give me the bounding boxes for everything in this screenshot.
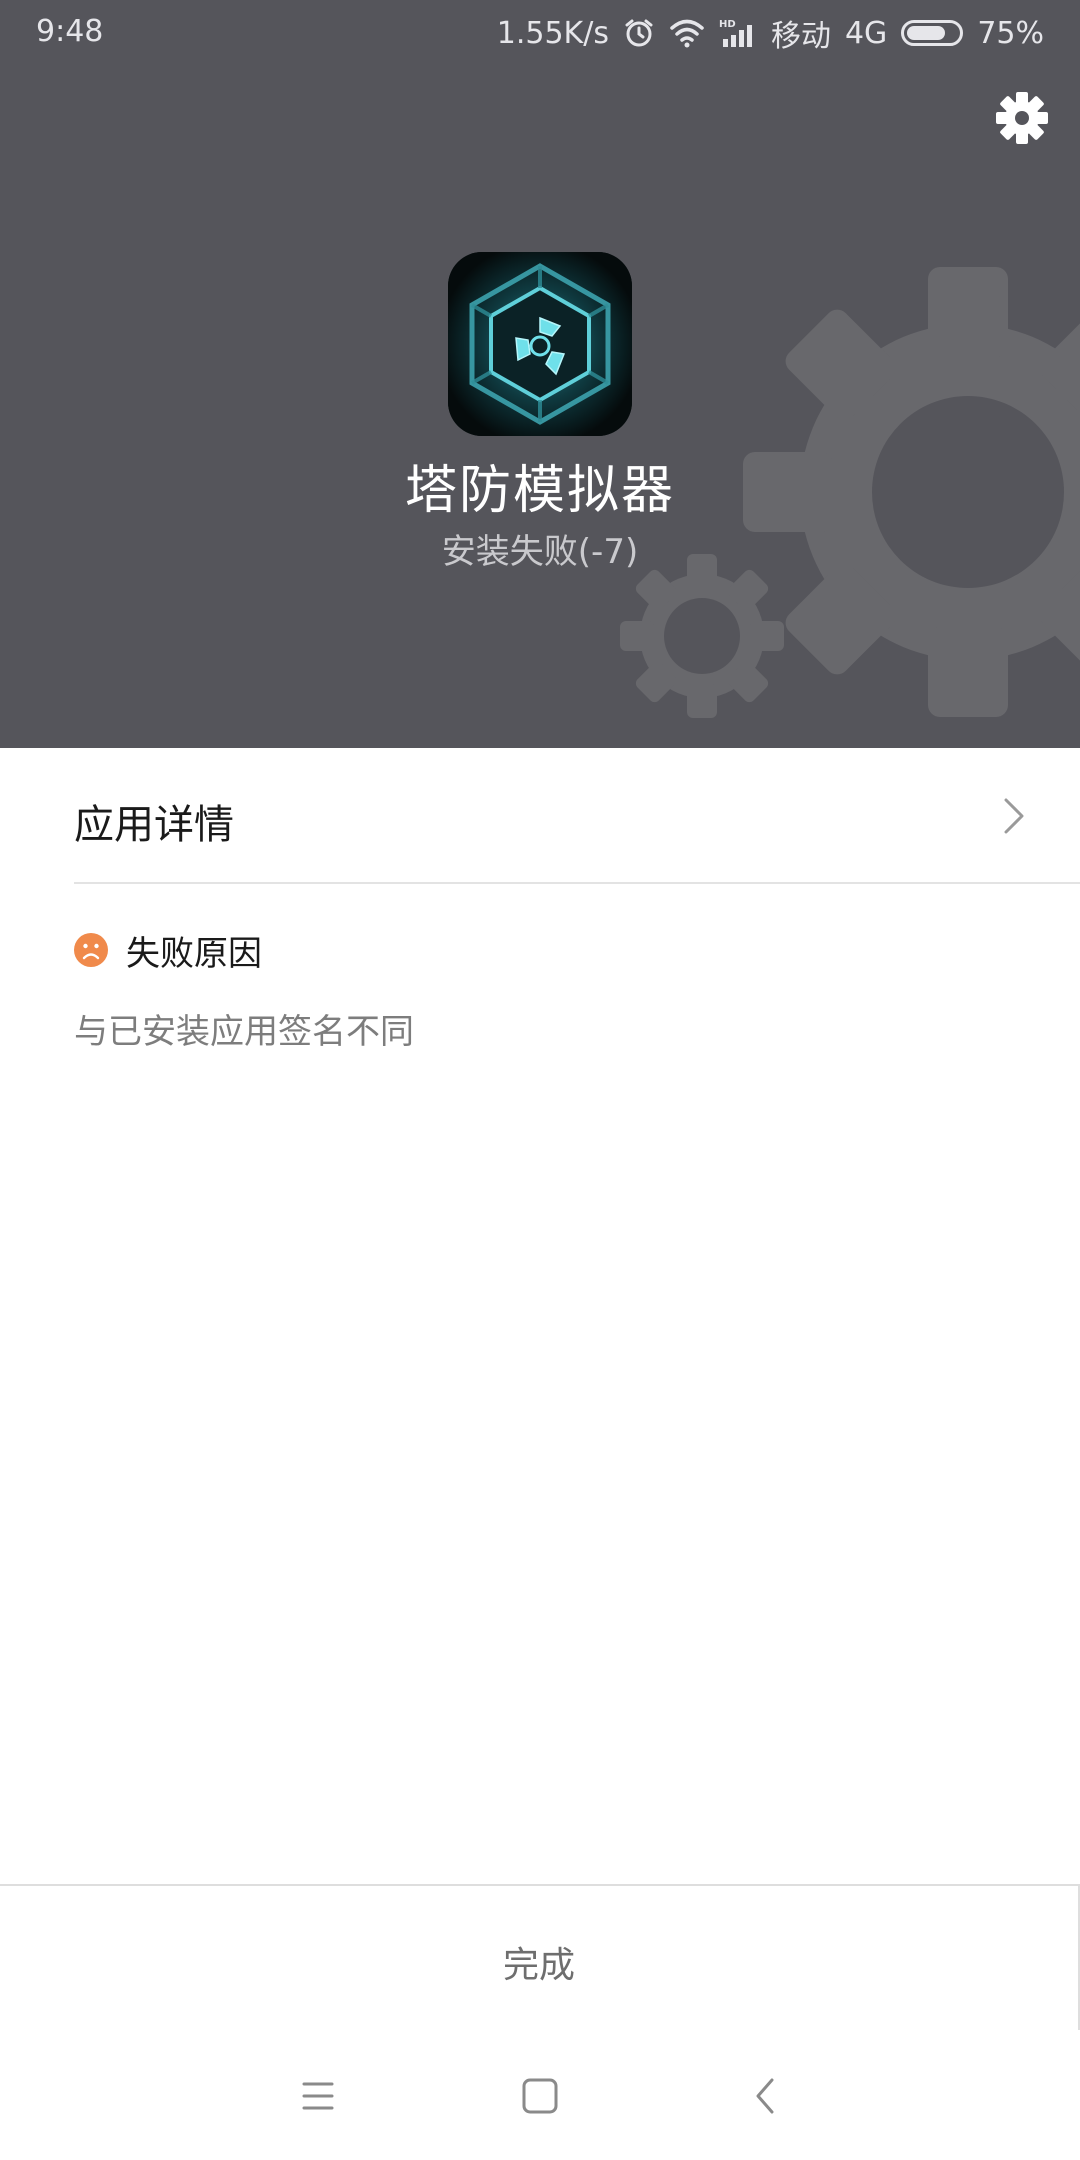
failure-reason-header: 失败原因 [74,928,262,974]
navigation-bar [0,2030,1080,2160]
network-type: 4G [844,15,888,51]
battery-percent: 75% [977,15,1044,51]
app-details-row[interactable]: 应用详情 [0,748,1080,882]
status-time: 9:48 [36,14,104,49]
home-icon[interactable] [510,2066,570,2126]
wifi-icon [670,19,704,48]
battery-fill [907,26,946,40]
menu-icon[interactable] [288,2066,348,2126]
svg-text:HD: HD [719,19,736,30]
done-button[interactable]: 完成 [0,1884,1080,2032]
tower-defense-app-icon [448,252,632,436]
done-label: 完成 [502,1945,575,1986]
status-bar: 9:48 1.55K/s HD 移动 4G 75% [0,0,1080,66]
back-icon[interactable] [736,2066,796,2126]
divider [74,882,1080,884]
sad-face-icon [74,933,108,967]
install-status: 安装失败(-7) [441,532,639,572]
hd-signal-icon: HD [719,19,752,47]
install-result-screen: 9:48 1.55K/s HD 移动 4G 75% 塔防模拟器 安装失败(-7)… [0,0,1080,2160]
alarm-icon [625,19,653,47]
header: 9:48 1.55K/s HD 移动 4G 75% 塔防模拟器 安装失败(-7) [0,0,1080,748]
carrier-name: 移动 [770,19,831,54]
battery-icon [901,20,964,46]
app-details-label: 应用详情 [74,802,234,848]
status-right-group: 1.55K/s HD 移动 4G 75% [496,12,1044,55]
app-name: 塔防模拟器 [404,461,675,521]
failure-reason-text: 与已安装应用签名不同 [74,1012,414,1052]
chevron-right-icon [1004,798,1024,834]
gear-icon[interactable] [994,90,1050,146]
failure-reason-title: 失败原因 [126,933,262,974]
network-speed: 1.55K/s [496,15,609,51]
